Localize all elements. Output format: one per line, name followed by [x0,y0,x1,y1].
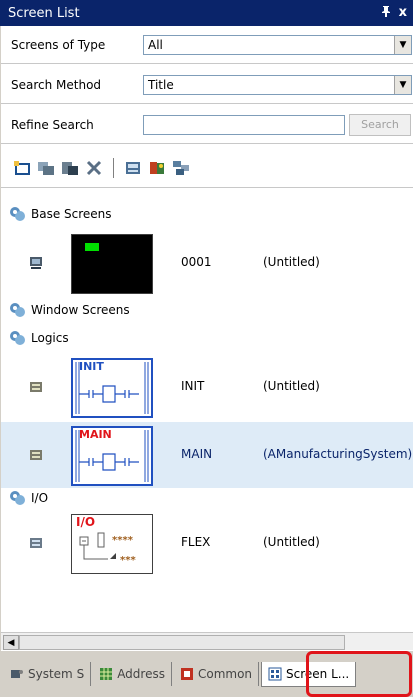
search-method-row: Search Method Title ▼ [1,66,413,104]
group-io[interactable]: I/O [9,490,48,506]
tile-icon[interactable] [172,159,190,177]
logic-id: INIT [181,379,205,393]
tab-label: System S [28,667,85,681]
list-item[interactable]: 0001 (Untitled) [1,230,413,296]
io-icon [30,538,42,548]
search-method-value: Title [148,77,174,92]
copy-screen-icon[interactable] [37,159,55,177]
refine-search-row: Refine Search Search [1,106,413,144]
horizontal-scrollbar[interactable]: ◀ [1,632,413,650]
logic-icon [30,450,42,460]
title-bar: Screen List x [0,0,413,26]
screen-list-icon [268,667,282,680]
list-item-selected[interactable]: MAIN MAIN (AManufacturingSystem) [1,422,413,488]
logic-id: MAIN [181,447,213,461]
scroll-left-icon[interactable]: ◀ [3,635,19,650]
group-window-screens[interactable]: Window Screens [9,302,130,318]
toolbar-separator [113,157,114,178]
search-button[interactable]: Search [349,113,411,136]
screen-id: 0001 [181,255,212,269]
chevron-down-icon[interactable]: ▼ [394,75,411,94]
screen-list-panel: Screens of Type All ▼ Search Method Titl… [0,26,413,669]
group-logics[interactable]: Logics [9,330,69,346]
group-label: Logics [31,331,69,345]
scroll-thumb[interactable] [19,635,345,650]
group-base-screens[interactable]: Base Screens [9,206,112,222]
group-label: I/O [31,491,49,505]
screens-of-type-row: Screens of Type All ▼ [1,26,413,64]
pin-icon[interactable] [381,5,391,21]
screen-group-icon [10,303,25,317]
list-item[interactable]: I/O **** *** FLEX (Untitled) [1,510,413,576]
io-thumbnail: I/O **** *** [71,514,153,574]
toolbar [1,148,413,188]
close-icon[interactable]: x [399,5,407,21]
tab-system-settings[interactable]: System S [4,662,92,686]
io-name: (Untitled) [263,535,320,549]
tab-address[interactable]: Address [93,662,172,686]
screen-tree[interactable]: Base Screens 0001 (Untitled) Window Scre… [1,198,413,630]
tab-label: Common [197,667,253,681]
logic-icon [30,382,42,392]
screen-group-icon [10,207,25,221]
search-method-select[interactable]: Title ▼ [143,74,412,95]
screen-name: (Untitled) [263,255,320,269]
screen-thumbnail [71,234,153,294]
new-screen-icon[interactable] [13,159,31,177]
group-label: Base Screens [31,207,112,221]
screens-of-type-label: Screens of Type [11,37,106,52]
tab-common[interactable]: Common [174,662,260,686]
address-icon [100,668,113,680]
paste-screen-icon[interactable] [61,159,79,177]
common-icon [180,668,193,680]
window-title: Screen List [8,5,80,21]
system-icon [11,670,23,678]
logic-thumbnail: MAIN [71,426,153,486]
list-item[interactable]: INIT INIT (Untitled) [1,354,413,420]
logic-name: (AManufacturingSystem) [263,447,413,461]
refine-search-label: Refine Search [11,117,94,132]
delete-icon[interactable] [85,159,103,177]
screen-group-icon [10,491,25,505]
refine-search-input[interactable] [143,114,345,135]
screens-of-type-select[interactable]: All ▼ [143,34,412,55]
group-label: Window Screens [31,303,130,317]
logic-name: (Untitled) [263,379,320,393]
search-method-label: Search Method [11,77,102,92]
screen-icon [30,257,42,269]
library-icon[interactable] [148,159,166,177]
screens-of-type-value: All [148,37,163,52]
logic-thumbnail: INIT [71,358,153,418]
tab-label: Screen L... [286,666,350,681]
screen-group-icon [10,331,25,345]
chevron-down-icon[interactable]: ▼ [394,35,411,54]
io-id: FLEX [181,535,211,549]
tab-screen-list[interactable]: Screen L... [261,661,357,687]
tab-label: Address [117,667,165,681]
bottom-tab-bar: System S Address Common Screen L... [0,651,413,697]
properties-icon[interactable] [124,159,142,177]
